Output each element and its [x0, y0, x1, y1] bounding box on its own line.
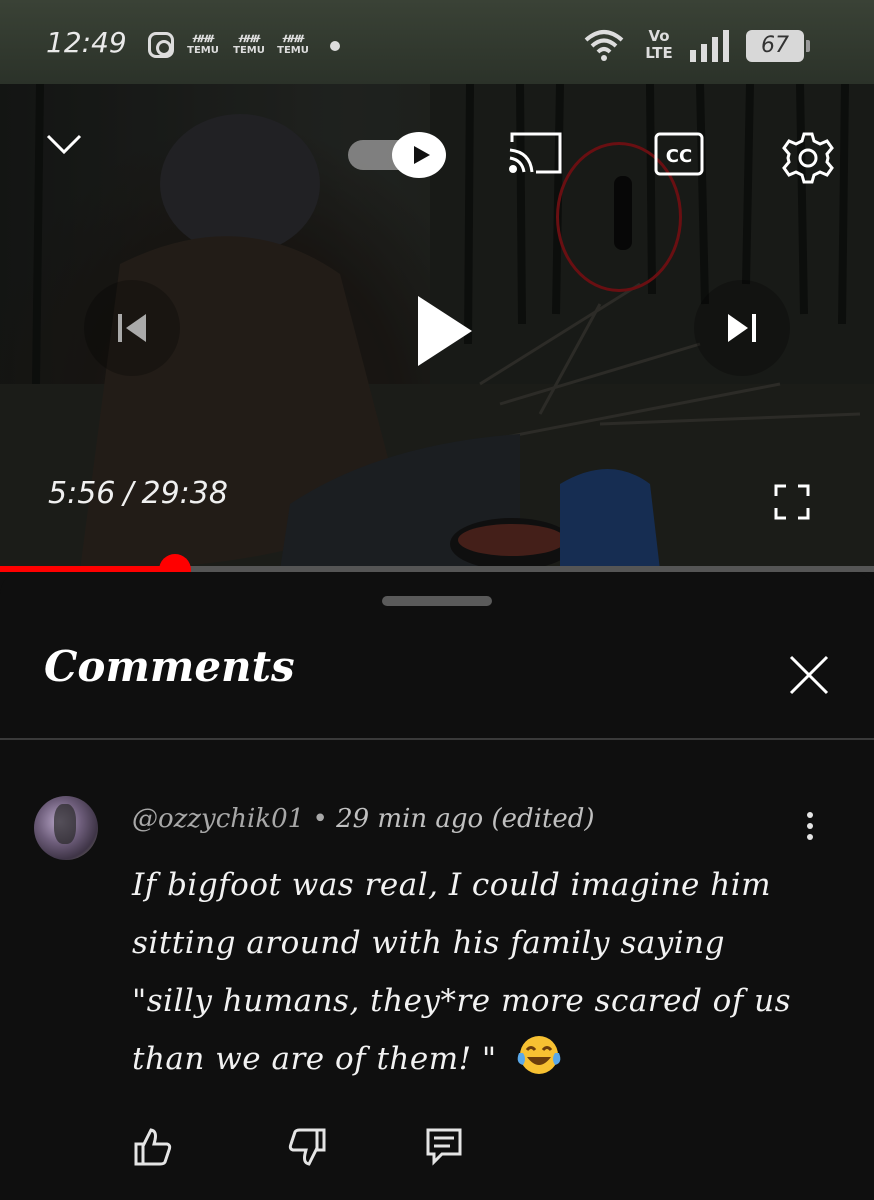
volte-label-top: Vo [648, 27, 670, 45]
close-icon[interactable] [788, 654, 830, 696]
captions-icon[interactable]: CC [654, 132, 704, 176]
skip-previous-icon [118, 314, 146, 342]
like-icon[interactable] [132, 1126, 174, 1168]
comment-body: If bigfoot was real, I could imagine him… [132, 867, 792, 1077]
cast-icon[interactable] [506, 130, 564, 176]
instagram-icon [148, 32, 174, 58]
status-time: 12:49 [46, 26, 127, 59]
drag-handle[interactable] [382, 596, 492, 606]
comment-meta: @ozzychik01 • 29 min ago (edited) [132, 804, 595, 834]
avatar[interactable] [34, 796, 98, 860]
comment-text: If bigfoot was real, I could imagine him… [132, 856, 812, 1088]
total-duration: 29:38 [141, 476, 228, 511]
battery-indicator: 67 [746, 30, 810, 62]
captions-label: CC [666, 146, 692, 167]
wifi-icon [584, 30, 624, 61]
next-video-button[interactable] [694, 280, 790, 376]
signal-icon [690, 30, 729, 62]
comment-time: 29 min ago (edited) [336, 804, 595, 834]
reply-icon[interactable] [424, 1126, 464, 1168]
previous-video-button[interactable] [84, 280, 180, 376]
temu-icon: TEMU [276, 34, 310, 56]
comments-panel: Comments @ozzychik01 • 29 min ago (edite… [0, 572, 874, 1200]
settings-gear-icon[interactable] [780, 130, 836, 186]
temu-icon: TEMU [186, 34, 220, 56]
temu-icon: TEMU [232, 34, 266, 56]
comment-author[interactable]: @ozzychik01 [132, 804, 304, 834]
volte-label-bottom: LTE [645, 44, 673, 62]
more-notifications-dot [330, 41, 340, 51]
time-separator: / [123, 476, 134, 511]
time-display: 5:56/29:38 [44, 476, 232, 511]
status-bar: 12:49 TEMU TEMU TEMU Vo LTE 67 [0, 0, 874, 84]
dislike-icon[interactable] [286, 1126, 328, 1168]
video-player[interactable]: CC 5:56/29:38 [0, 84, 874, 570]
current-time: 5:56 [48, 476, 116, 511]
autoplay-toggle[interactable] [348, 132, 448, 178]
comments-title: Comments [44, 642, 295, 691]
play-icon[interactable] [396, 286, 486, 376]
skip-next-icon [728, 314, 756, 342]
divider [0, 738, 874, 740]
collapse-chevron-icon[interactable] [44, 132, 84, 156]
autoplay-play-icon [392, 132, 446, 178]
face-with-tears-of-joy-icon [517, 1036, 561, 1074]
volte-icon: Vo LTE [642, 28, 676, 62]
comment-more-options-icon[interactable] [800, 812, 820, 846]
fullscreen-icon[interactable] [774, 484, 810, 520]
